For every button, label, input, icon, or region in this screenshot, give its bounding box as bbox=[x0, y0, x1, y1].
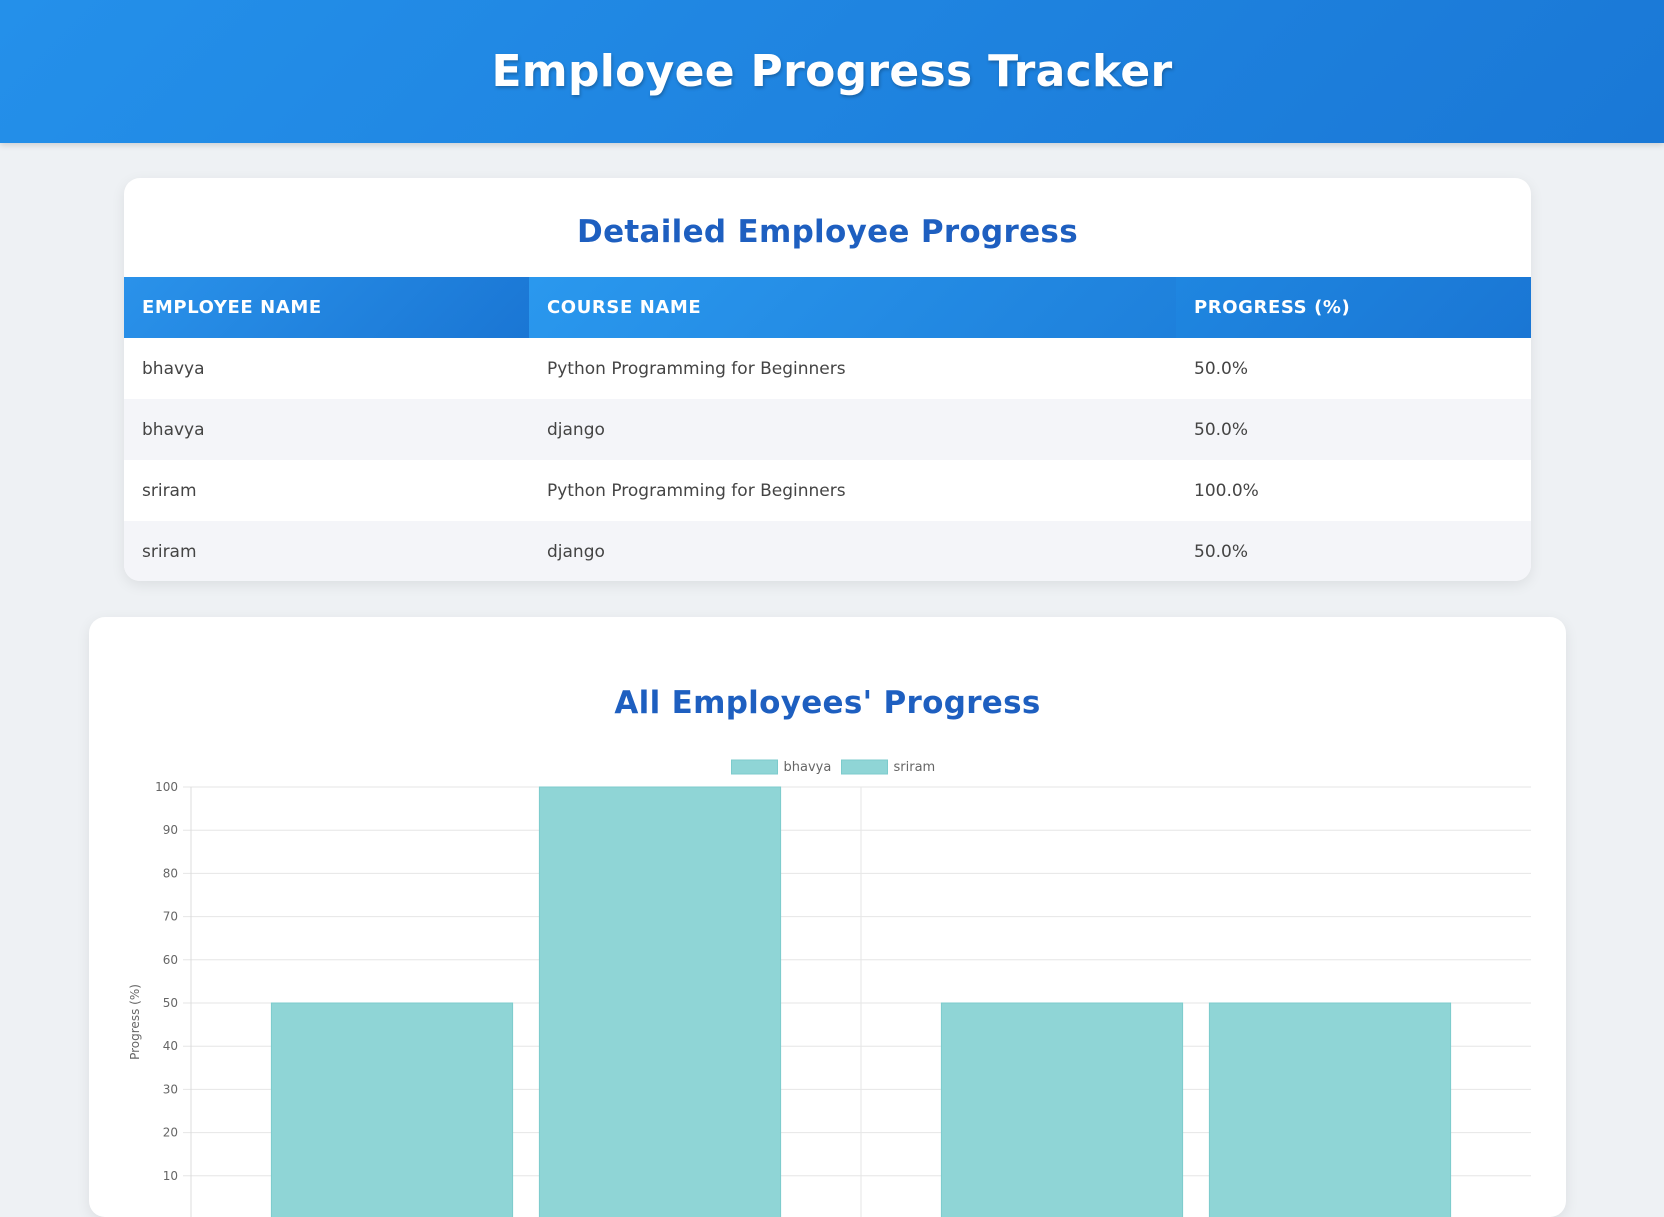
cell-progress: 100.0% bbox=[1194, 480, 1259, 501]
bar-bhavya bbox=[270, 1002, 514, 1217]
cell-employee-name: bhavya bbox=[142, 419, 205, 440]
progress-table-card: Detailed Employee Progress Employee Name… bbox=[124, 178, 1531, 581]
column-header-employee-name: Employee Name bbox=[124, 277, 529, 338]
legend-swatch-bhavya bbox=[731, 759, 778, 775]
cell-employee-name: sriram bbox=[142, 480, 197, 501]
table-row: bhavya django 50.0% bbox=[124, 399, 1531, 460]
cell-employee-name: sriram bbox=[142, 541, 197, 562]
legend-label-sriram: sriram bbox=[894, 760, 936, 775]
table-row: sriram Python Programming for Beginners … bbox=[124, 460, 1531, 521]
table-header-row: Employee Name Course Name Progress (%) bbox=[124, 277, 1531, 338]
cell-course-name: django bbox=[547, 419, 605, 440]
y-tick-label: 20 bbox=[163, 1126, 178, 1140]
table-row: sriram django 50.0% bbox=[124, 521, 1531, 581]
progress-bar-chart: 102030405060708090100Progress (%)bhavya s… bbox=[128, 759, 1531, 1217]
cell-progress: 50.0% bbox=[1194, 541, 1249, 562]
cell-course-name: Python Programming for Beginners bbox=[547, 358, 846, 379]
progress-table: Employee Name Course Name Progress (%) b… bbox=[124, 277, 1531, 581]
y-tick-label: 80 bbox=[163, 866, 178, 880]
cell-course-name: django bbox=[547, 541, 605, 562]
y-axis-label: Progress (%) bbox=[128, 984, 142, 1060]
y-tick-label: 60 bbox=[163, 953, 178, 967]
progress-chart-card: All Employees' Progress 10 20 30 40 50 60 70 80… bbox=[89, 617, 1566, 1217]
page-header: Employee Progress Tracker bbox=[0, 0, 1664, 143]
y-tick-label: 90 bbox=[163, 823, 178, 837]
page-title: Employee Progress Tracker bbox=[491, 46, 1173, 97]
cell-course-name: Python Programming for Beginners bbox=[547, 480, 846, 501]
cell-progress: 50.0% bbox=[1194, 419, 1249, 440]
y-tick-label: 70 bbox=[163, 910, 178, 924]
y-tick-label: 40 bbox=[163, 1039, 178, 1053]
bar-sriram bbox=[1208, 1002, 1452, 1217]
legend-swatch-sriram bbox=[841, 759, 888, 775]
y-tick-label: 100 bbox=[155, 780, 178, 794]
cell-employee-name: bhavya bbox=[142, 358, 205, 379]
column-header-progress: Progress (%) bbox=[1176, 277, 1531, 338]
bar-sriram bbox=[538, 786, 782, 1217]
column-header-course-name: Course Name bbox=[529, 277, 1176, 338]
table-row: bhavya Python Programming for Beginners … bbox=[124, 338, 1531, 399]
table-title: Detailed Employee Progress bbox=[577, 213, 1078, 250]
legend-label-bhavya: bhavya bbox=[784, 760, 832, 775]
y-tick-label: 30 bbox=[163, 1082, 178, 1096]
bar-bhavya bbox=[940, 1002, 1184, 1217]
y-tick-label: 50 bbox=[163, 996, 178, 1010]
cell-progress: 50.0% bbox=[1194, 358, 1249, 379]
